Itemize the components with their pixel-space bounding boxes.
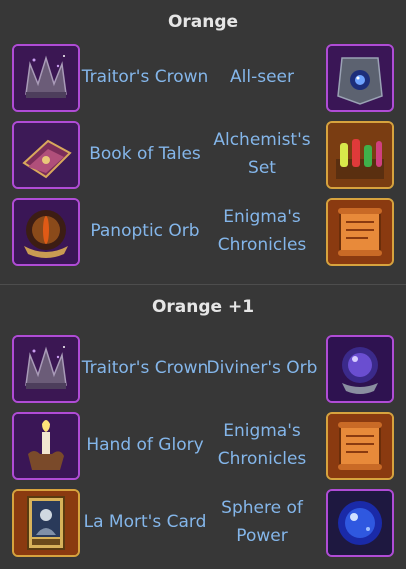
- item-label: Diviner's Orb: [206, 358, 318, 378]
- item-label: Enigma's Chronicles: [217, 207, 307, 255]
- section-title: Orange: [167, 12, 239, 32]
- enigmas-chronicles-icon[interactable]: [326, 198, 394, 266]
- item-row: Traitor's Crown Diviner's Orb: [0, 333, 406, 403]
- item-label: Enigma's Chronicles: [217, 421, 307, 469]
- diviners-orb-icon[interactable]: [326, 335, 394, 403]
- section-orange: Orange Traitor's Crown All-seer Book of …: [0, 0, 406, 284]
- panoptic-orb-icon[interactable]: [12, 198, 80, 266]
- alchemists-set-icon[interactable]: [326, 121, 394, 189]
- book-of-tales-icon[interactable]: [12, 121, 80, 189]
- traitors-crown-icon[interactable]: [12, 44, 80, 112]
- la-morts-card-icon[interactable]: [12, 489, 80, 557]
- item-label: Traitor's Crown: [81, 358, 209, 378]
- all-seer-icon[interactable]: [326, 44, 394, 112]
- item-label: Sphere of Power: [221, 498, 303, 546]
- item-row: Panoptic Orb Enigma's Chronicles: [0, 196, 406, 266]
- item-label: La Mort's Card: [83, 512, 207, 532]
- section-title: Orange +1: [151, 297, 255, 317]
- traitors-crown-icon[interactable]: [12, 335, 80, 403]
- item-label: Hand of Glory: [86, 435, 204, 455]
- item-label: Traitor's Crown: [81, 67, 209, 87]
- item-label: Book of Tales: [89, 144, 201, 164]
- item-row: Traitor's Crown All-seer: [0, 42, 406, 112]
- item-row: Hand of Glory Enigma's Chronicles: [0, 410, 406, 480]
- item-label: Alchemist's Set: [213, 130, 311, 178]
- sphere-of-power-icon[interactable]: [326, 489, 394, 557]
- item-row: Book of Tales Alchemist's Set: [0, 119, 406, 189]
- enigmas-chronicles-icon[interactable]: [326, 412, 394, 480]
- item-row: La Mort's Card Sphere of Power: [0, 487, 406, 557]
- item-label: All-seer: [230, 67, 294, 87]
- hand-of-glory-icon[interactable]: [12, 412, 80, 480]
- section-orange-plus-1: Orange +1 Traitor's Crown Diviner's Orb …: [0, 285, 406, 569]
- item-label: Panoptic Orb: [90, 221, 200, 241]
